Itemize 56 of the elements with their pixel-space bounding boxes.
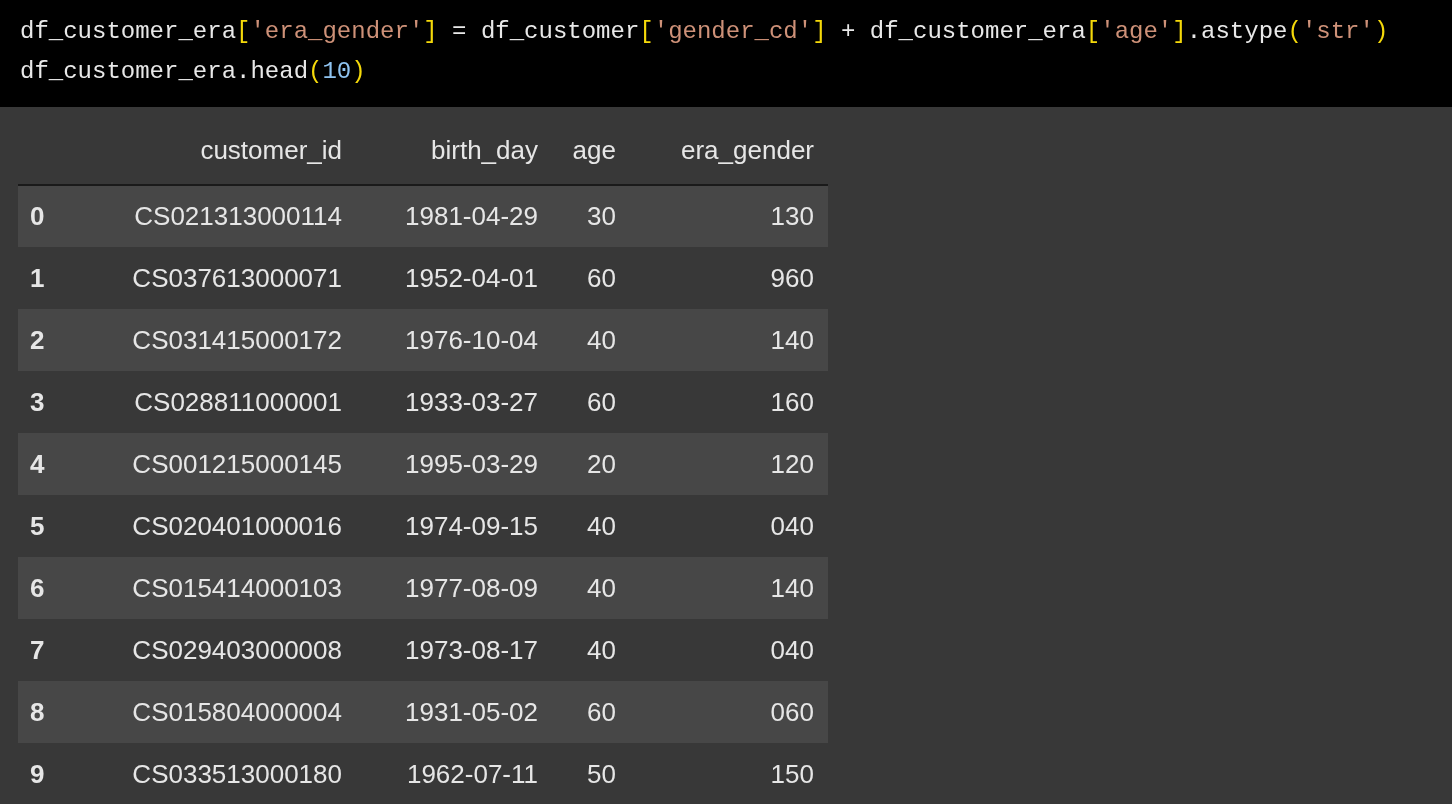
row-index: 8 [18, 681, 64, 743]
row-index: 9 [18, 743, 64, 804]
table-cell: CS021313000114 [64, 185, 356, 247]
table-cell: 1995-03-29 [356, 433, 552, 495]
row-index: 0 [18, 185, 64, 247]
column-header: customer_id [64, 107, 356, 185]
table-cell: 20 [552, 433, 630, 495]
row-index: 7 [18, 619, 64, 681]
table-cell: CS037613000071 [64, 247, 356, 309]
table-cell: 120 [630, 433, 828, 495]
column-header: era_gender [630, 107, 828, 185]
table-cell: CS015414000103 [64, 557, 356, 619]
row-index: 5 [18, 495, 64, 557]
table-cell: 60 [552, 371, 630, 433]
table-cell: 1976-10-04 [356, 309, 552, 371]
table-cell: CS031415000172 [64, 309, 356, 371]
table-cell: 1977-08-09 [356, 557, 552, 619]
table-cell: 1962-07-11 [356, 743, 552, 804]
table-cell: 40 [552, 309, 630, 371]
table-cell: 60 [552, 247, 630, 309]
table-cell: CS001215000145 [64, 433, 356, 495]
row-index: 1 [18, 247, 64, 309]
table-cell: 040 [630, 495, 828, 557]
table-cell: 140 [630, 309, 828, 371]
table-cell: CS033513000180 [64, 743, 356, 804]
table-cell: 40 [552, 495, 630, 557]
code-line: df_customer_era['era_gender'] = df_customer['gender_cd'] + df_customer_era['age'].astype('str') [20, 17, 1389, 47]
code-line: df_customer_era.head(10) [20, 57, 366, 87]
table-cell: 160 [630, 371, 828, 433]
table-cell: 060 [630, 681, 828, 743]
table-cell: 150 [630, 743, 828, 804]
table-cell: 1973-08-17 [356, 619, 552, 681]
table-cell: 1952-04-01 [356, 247, 552, 309]
table-cell: 040 [630, 619, 828, 681]
row-index: 2 [18, 309, 64, 371]
table-cell: CS028811000001 [64, 371, 356, 433]
table-cell: 1974-09-15 [356, 495, 552, 557]
table-cell: 30 [552, 185, 630, 247]
table-cell: CS020401000016 [64, 495, 356, 557]
column-header: age [552, 107, 630, 185]
row-index: 4 [18, 433, 64, 495]
row-index: 3 [18, 371, 64, 433]
table-cell: 1933-03-27 [356, 371, 552, 433]
table-cell: 140 [630, 557, 828, 619]
table-cell: 50 [552, 743, 630, 804]
table-cell: 40 [552, 557, 630, 619]
table-cell: CS015804000004 [64, 681, 356, 743]
table-cell: 1981-04-29 [356, 185, 552, 247]
table-cell: 60 [552, 681, 630, 743]
table-cell: 1931-05-02 [356, 681, 552, 743]
table-cell: 960 [630, 247, 828, 309]
row-index: 6 [18, 557, 64, 619]
table-cell: 40 [552, 619, 630, 681]
table-cell: 130 [630, 185, 828, 247]
table-cell: CS029403000008 [64, 619, 356, 681]
column-header: birth_day [356, 107, 552, 185]
